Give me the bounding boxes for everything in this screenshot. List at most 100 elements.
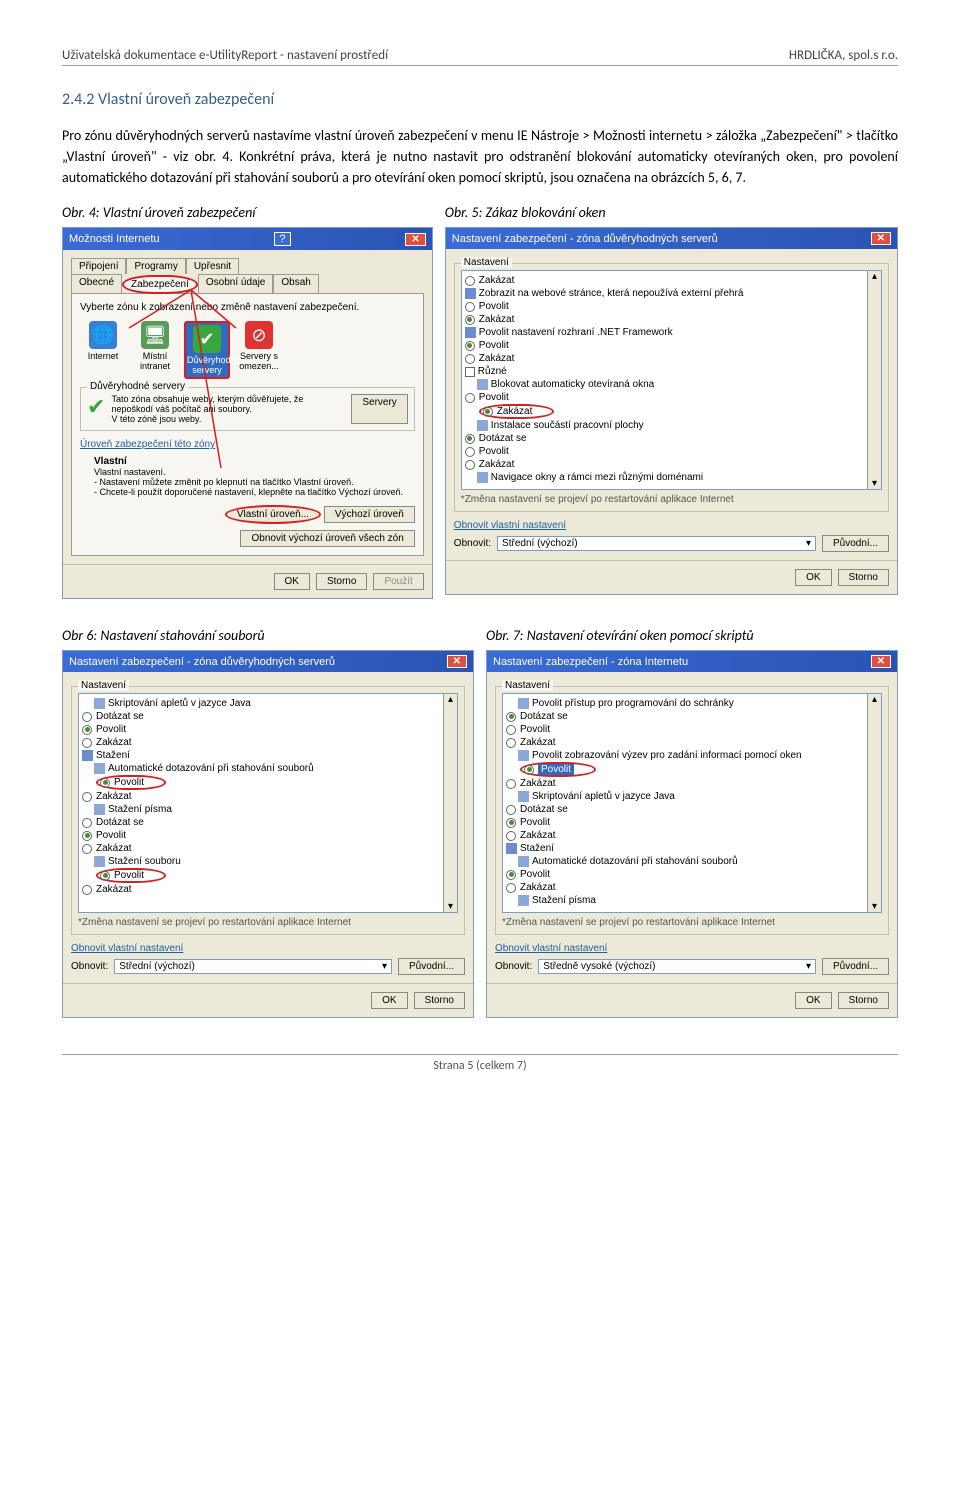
dlg5-hint: *Změna nastavení se projeví po restartov… bbox=[461, 494, 882, 505]
reset-button[interactable]: Původní... bbox=[822, 535, 889, 552]
ok-button[interactable]: OK bbox=[795, 992, 831, 1009]
chevron-down-icon[interactable]: ▾ bbox=[444, 901, 457, 912]
scrollbar[interactable]: ▴ ▾ bbox=[867, 694, 881, 912]
dialog-security-settings-trusted: Nastavení zabezpečení - zóna důvěryhodný… bbox=[445, 227, 898, 595]
radio-option[interactable]: Zakázat bbox=[82, 883, 454, 896]
tab-zabezpeceni[interactable]: Zabezpečení bbox=[122, 275, 198, 294]
radio-option[interactable]: Dotázat se bbox=[506, 710, 878, 723]
reset-all-zones-button[interactable]: Obnovit výchozí úroveň všech zón bbox=[240, 530, 414, 547]
apply-button[interactable]: Použít bbox=[373, 573, 423, 590]
radio-option[interactable]: Povolit bbox=[506, 816, 878, 829]
scrollbar[interactable]: ▴ ▾ bbox=[443, 694, 457, 912]
reset-button[interactable]: Původní... bbox=[822, 958, 889, 975]
radio-option[interactable]: Dotázat se bbox=[82, 710, 454, 723]
radio-option[interactable]: Zakázat bbox=[82, 736, 454, 749]
reset-select[interactable]: Střední (výchozí)▾ bbox=[114, 959, 392, 974]
custom-level-button[interactable]: Vlastní úroveň... bbox=[225, 505, 321, 524]
help-icon[interactable]: ? bbox=[274, 232, 290, 246]
tree-subitem: Povolit přístup pro programování do schr… bbox=[506, 697, 878, 710]
tab-upresnit[interactable]: Upřesnit bbox=[186, 258, 239, 274]
reset-select[interactable]: Středně vysoké (výchozí)▾ bbox=[538, 959, 816, 974]
chevron-up-icon[interactable]: ▴ bbox=[868, 271, 881, 282]
ok-button[interactable]: OK bbox=[795, 569, 831, 586]
radio-icon bbox=[506, 725, 516, 735]
radio-option[interactable]: Zakázat bbox=[506, 829, 878, 842]
default-level-button[interactable]: Výchozí úroveň bbox=[324, 506, 415, 523]
option-label: Povolit bbox=[479, 446, 509, 457]
chevron-down-icon: ▾ bbox=[382, 961, 387, 972]
radio-option[interactable]: Povolit bbox=[96, 868, 166, 883]
radio-option[interactable]: Povolit bbox=[82, 829, 454, 842]
option-label: Povolit bbox=[479, 392, 509, 403]
radio-icon bbox=[465, 393, 475, 403]
tree-subitem: Instalace součástí pracovní plochy bbox=[465, 419, 878, 432]
radio-option[interactable]: Zakázat bbox=[465, 313, 878, 326]
chevron-up-icon[interactable]: ▴ bbox=[444, 694, 457, 705]
tree-subitem: Stažení písma bbox=[506, 894, 878, 907]
radio-option[interactable]: Zakázat bbox=[82, 790, 454, 803]
radio-option[interactable]: Zakázat bbox=[506, 881, 878, 894]
page-footer: Strana 5 (celkem 7) bbox=[62, 1054, 898, 1073]
chevron-down-icon[interactable]: ▾ bbox=[868, 478, 881, 489]
radio-option[interactable]: Povolit bbox=[465, 391, 878, 404]
zone-intranet[interactable]: 🖥Místní intranet bbox=[132, 321, 178, 379]
radio-option[interactable]: Povolit bbox=[506, 868, 878, 881]
radio-option[interactable]: Povolit bbox=[465, 339, 878, 352]
ok-button[interactable]: OK bbox=[274, 573, 310, 590]
tree-header: Různé bbox=[465, 365, 878, 378]
zone-restricted[interactable]: ⊘Servery s omezen... bbox=[236, 321, 282, 379]
tab-obsah[interactable]: Obsah bbox=[273, 274, 318, 293]
dlg6-reset-h: Obnovit vlastní nastavení bbox=[71, 943, 183, 954]
radio-option[interactable]: Zakázat bbox=[506, 777, 878, 790]
radio-option[interactable]: Povolit bbox=[82, 723, 454, 736]
cancel-button[interactable]: Storno bbox=[838, 569, 889, 586]
scrollbar[interactable]: ▴ ▾ bbox=[867, 271, 881, 489]
option-label: Dotázat se bbox=[96, 817, 144, 828]
radio-option[interactable]: Dotázat se bbox=[465, 432, 878, 445]
radio-icon bbox=[82, 712, 92, 722]
cancel-button[interactable]: Storno bbox=[838, 992, 889, 1009]
ok-button[interactable]: OK bbox=[371, 992, 407, 1009]
radio-icon bbox=[465, 315, 475, 325]
radio-icon bbox=[465, 354, 475, 364]
radio-option[interactable]: Zakázat bbox=[506, 736, 878, 749]
chevron-up-icon[interactable]: ▴ bbox=[868, 694, 881, 705]
radio-option[interactable]: Zakázat bbox=[465, 352, 878, 365]
radio-option[interactable]: Povolit bbox=[465, 300, 878, 313]
radio-icon bbox=[465, 447, 475, 457]
option-label: Zakázat bbox=[479, 275, 515, 286]
radio-option[interactable]: Povolit bbox=[96, 775, 166, 790]
tab-obecne[interactable]: Obecné bbox=[71, 274, 122, 293]
close-icon[interactable]: ✕ bbox=[871, 232, 891, 245]
reset-button[interactable]: Původní... bbox=[398, 958, 465, 975]
zone-trusted[interactable]: ✔Důvěryhodné servery bbox=[184, 321, 230, 379]
radio-option[interactable]: Povolit bbox=[520, 762, 596, 777]
tab-osobni-udaje[interactable]: Osobní údaje bbox=[198, 274, 274, 293]
dlg7-reset-h: Obnovit vlastní nastavení bbox=[495, 943, 607, 954]
radio-icon bbox=[82, 831, 92, 841]
close-icon[interactable]: ✕ bbox=[405, 233, 425, 246]
radio-option[interactable]: Povolit bbox=[506, 723, 878, 736]
radio-option[interactable]: Dotázat se bbox=[82, 816, 454, 829]
close-icon[interactable]: ✕ bbox=[871, 655, 891, 668]
radio-option[interactable]: Zakázat bbox=[465, 458, 878, 471]
radio-option[interactable]: Zakázat bbox=[479, 404, 555, 419]
servers-button[interactable]: Servery bbox=[351, 394, 407, 424]
cancel-button[interactable]: Storno bbox=[414, 992, 465, 1009]
tab-pripojeni[interactable]: Připojení bbox=[71, 258, 126, 274]
zone-internet[interactable]: 🌐Internet bbox=[80, 321, 126, 379]
radio-option[interactable]: Zakázat bbox=[82, 842, 454, 855]
option-label: Povolit bbox=[96, 724, 126, 735]
radio-option[interactable]: Dotázat se bbox=[506, 803, 878, 816]
chevron-down-icon[interactable]: ▾ bbox=[868, 901, 881, 912]
radio-icon bbox=[506, 738, 516, 748]
reset-select[interactable]: Střední (výchozí)▾ bbox=[497, 536, 816, 551]
item-icon bbox=[477, 379, 488, 390]
close-icon[interactable]: ✕ bbox=[447, 655, 467, 668]
tab-programy[interactable]: Programy bbox=[126, 258, 185, 274]
radio-option[interactable]: Zakázat bbox=[465, 274, 878, 287]
dlg5-group: Nastavení bbox=[461, 257, 512, 268]
radio-icon bbox=[100, 871, 110, 881]
radio-option[interactable]: Povolit bbox=[465, 445, 878, 458]
cancel-button[interactable]: Storno bbox=[316, 573, 367, 590]
